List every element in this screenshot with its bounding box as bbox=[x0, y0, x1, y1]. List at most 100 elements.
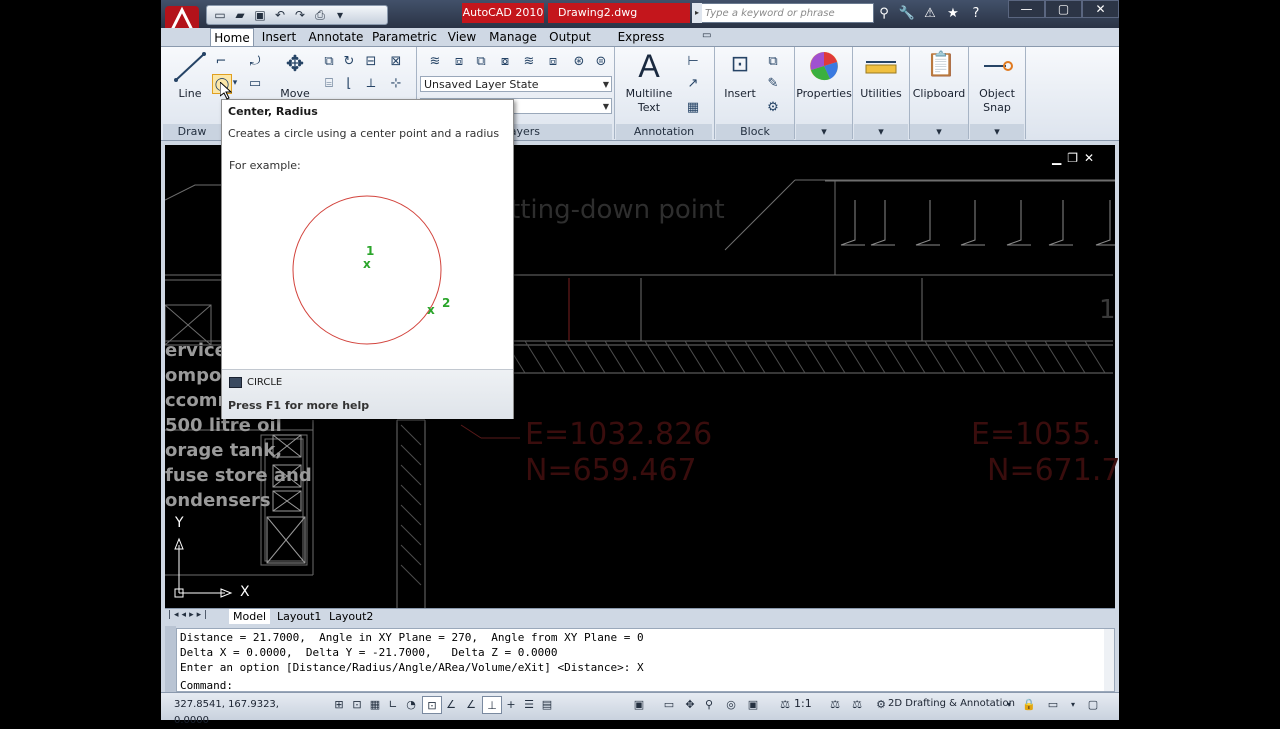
layer-properties-icon[interactable]: ≋ bbox=[426, 52, 444, 70]
subscription-center-icon[interactable]: 🔧 bbox=[897, 4, 917, 22]
plot-icon[interactable]: ⎙ bbox=[311, 7, 329, 23]
steering-wheel-icon[interactable]: ◎ bbox=[722, 696, 740, 712]
maximize-icon[interactable]: ▢ bbox=[1045, 0, 1082, 18]
quick-properties-icon[interactable]: ▤ bbox=[538, 696, 556, 712]
move-icon[interactable]: ✥ bbox=[280, 52, 310, 82]
edit-block-icon[interactable]: ✎ bbox=[764, 74, 782, 92]
utilities-icon[interactable] bbox=[864, 56, 898, 76]
trim-icon[interactable]: ⊟ bbox=[362, 52, 380, 70]
block-panel-title[interactable]: Block bbox=[716, 124, 794, 140]
pan-icon[interactable]: ✥ bbox=[681, 696, 699, 712]
polyline-icon[interactable]: ⌐ bbox=[212, 52, 230, 70]
chevron-down-icon[interactable]: ▾ bbox=[1000, 696, 1018, 712]
zoom-icon[interactable]: ⚲ bbox=[700, 696, 718, 712]
layer-isolate-icon[interactable]: ⊛ bbox=[570, 52, 588, 70]
search-binoculars-icon[interactable]: ⚲ bbox=[874, 4, 894, 22]
create-block-icon[interactable]: ⧉ bbox=[764, 52, 782, 70]
snap-mode-icon[interactable]: ⊡ bbox=[348, 696, 366, 712]
status-bar-menu-icon[interactable]: ▾ bbox=[1064, 696, 1082, 712]
clipboard-label[interactable]: Clipboard bbox=[910, 87, 968, 101]
layout-nav-arrows[interactable]: |◂◂▸▸| bbox=[168, 610, 224, 622]
annotation-visibility-icon[interactable]: ⚖ bbox=[826, 696, 844, 712]
stretch-icon[interactable]: ⟂ bbox=[362, 74, 380, 92]
copy-icon[interactable]: ⧉ bbox=[320, 52, 338, 70]
insert-block-icon[interactable]: ⊡ bbox=[726, 52, 754, 82]
help-icon[interactable]: ? bbox=[966, 4, 986, 22]
grid-display-icon[interactable]: ▦ bbox=[366, 696, 384, 712]
search-input[interactable]: Type a keyword or phrase bbox=[692, 3, 874, 23]
save-icon[interactable]: ▣ bbox=[251, 7, 269, 23]
rotate-icon[interactable]: ↻ bbox=[340, 52, 358, 70]
search-collapse-icon[interactable]: ▸ bbox=[692, 3, 702, 23]
tab-insert[interactable]: Insert bbox=[259, 28, 299, 46]
coordinate-display[interactable]: 327.8541, 167.9323, 0.0000 bbox=[174, 697, 314, 726]
new-icon[interactable]: ▭ bbox=[211, 7, 229, 23]
scale-icon[interactable]: ⊹ bbox=[387, 74, 405, 92]
object-snap-toggle-icon[interactable]: ⊡ bbox=[422, 696, 442, 714]
object-snap-expand-icon[interactable]: ▾ bbox=[970, 124, 1024, 140]
object-snap-tracking-icon[interactable]: ∠ bbox=[462, 696, 480, 712]
attribute-icon[interactable]: ⚙ bbox=[764, 98, 782, 116]
leader-icon[interactable]: ↗ bbox=[684, 74, 702, 92]
command-prompt[interactable]: Command: bbox=[180, 678, 233, 693]
tab-model[interactable]: Model bbox=[229, 609, 271, 624]
object-snap-label-1[interactable]: Object bbox=[970, 87, 1024, 101]
dynamic-ucs-icon[interactable]: ⊥ bbox=[482, 696, 502, 714]
tab-layout1[interactable]: Layout1 bbox=[273, 609, 325, 624]
close-icon[interactable]: ✕ bbox=[1084, 151, 1094, 169]
layer-previous-icon[interactable]: ⧈ bbox=[544, 52, 562, 70]
utilities-label[interactable]: Utilities bbox=[854, 87, 908, 101]
qat-dropdown-icon[interactable]: ▾ bbox=[331, 7, 349, 23]
tab-manage[interactable]: Manage bbox=[488, 28, 538, 46]
3d-osnap-icon[interactable]: ∠ bbox=[442, 696, 460, 712]
undo-icon[interactable]: ↶ bbox=[271, 7, 289, 23]
layer-walk-icon[interactable]: ⊜ bbox=[592, 52, 610, 70]
layer-state-dropdown[interactable]: Unsaved Layer State ▼ bbox=[420, 76, 612, 92]
command-scrollbar[interactable] bbox=[1104, 629, 1114, 691]
clipboard-icon[interactable]: 📋 bbox=[926, 50, 956, 82]
tab-view[interactable]: View bbox=[445, 28, 479, 46]
multiline-text-icon[interactable]: A bbox=[632, 48, 666, 84]
ribbon-minimize-icon[interactable]: ▭ bbox=[702, 30, 718, 44]
layer-off-icon[interactable]: ⧉ bbox=[472, 52, 490, 70]
object-snap-label-2[interactable]: Snap bbox=[970, 101, 1024, 115]
line-button[interactable] bbox=[172, 50, 208, 84]
layer-freeze-icon[interactable]: ⧈ bbox=[450, 52, 468, 70]
quick-view-layouts-icon[interactable]: ▭ bbox=[660, 696, 678, 712]
fillet-icon[interactable]: ⌊ bbox=[340, 74, 358, 92]
clipboard-expand-icon[interactable]: ▾ bbox=[910, 124, 968, 140]
annotation-scale-value[interactable]: 1:1 bbox=[794, 696, 822, 712]
arc-icon[interactable]: ⤾ bbox=[246, 52, 264, 70]
properties-label[interactable]: Properties bbox=[796, 87, 852, 101]
infer-constraints-icon[interactable]: ⊞ bbox=[330, 696, 348, 712]
dimension-icon[interactable]: ⊢ bbox=[684, 52, 702, 70]
model-space-icon[interactable]: ▣ bbox=[630, 696, 648, 712]
tab-home[interactable]: Home bbox=[210, 28, 254, 46]
restore-icon[interactable]: ❐ bbox=[1067, 151, 1078, 169]
annotation-scale-icon[interactable]: ⚖ bbox=[776, 696, 794, 712]
table-icon[interactable]: ▦ bbox=[684, 98, 702, 116]
showmotion-icon[interactable]: ▣ bbox=[744, 696, 762, 712]
tab-annotate[interactable]: Annotate bbox=[308, 28, 364, 46]
layer-lock-icon[interactable]: ⧇ bbox=[496, 52, 514, 70]
layer-match-icon[interactable]: ≋ bbox=[520, 52, 538, 70]
properties-icon[interactable] bbox=[808, 50, 840, 82]
utilities-expand-icon[interactable]: ▾ bbox=[854, 124, 908, 140]
communication-center-icon[interactable]: ⚠ bbox=[920, 4, 940, 22]
lock-icon[interactable]: 🔒 bbox=[1020, 696, 1038, 712]
redo-icon[interactable]: ↷ bbox=[291, 7, 309, 23]
tab-parametric[interactable]: Parametric bbox=[372, 28, 437, 46]
mirror-icon[interactable]: ⌸ bbox=[320, 74, 338, 92]
minimize-icon[interactable]: — bbox=[1008, 0, 1045, 18]
tab-express-tools[interactable]: Express Tools bbox=[603, 28, 679, 62]
favorites-icon[interactable]: ★ bbox=[943, 4, 963, 22]
rectangle-icon[interactable]: ▭ bbox=[246, 74, 264, 92]
tab-output[interactable]: Output bbox=[548, 28, 592, 46]
tab-layout2[interactable]: Layout2 bbox=[325, 609, 377, 624]
properties-expand-icon[interactable]: ▾ bbox=[796, 124, 852, 140]
lineweight-icon[interactable]: ☰ bbox=[520, 696, 538, 712]
dynamic-input-icon[interactable]: + bbox=[502, 696, 520, 712]
auto-scale-icon[interactable]: ⚖ bbox=[848, 696, 866, 712]
command-window-grip[interactable] bbox=[165, 626, 176, 692]
close-icon[interactable]: ✕ bbox=[1082, 0, 1119, 18]
